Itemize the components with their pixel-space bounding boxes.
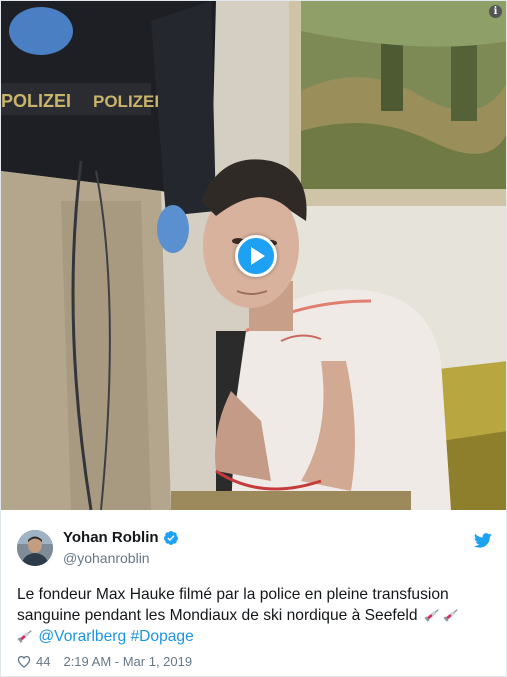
author-display-name[interactable]: Yohan Roblin — [63, 528, 159, 548]
syringe-icon — [17, 630, 32, 643]
heart-icon[interactable] — [17, 655, 31, 668]
like-count: 44 — [36, 653, 51, 669]
vest-label-right: POLIZEI — [93, 92, 159, 111]
video-thumbnail[interactable]: POLIZEI POLIZEI i — [1, 1, 506, 510]
twitter-bird-icon[interactable] — [474, 533, 492, 548]
tweet-body-text: Le fondeur Max Hauke filmé par la police… — [17, 586, 449, 624]
syringe-icon — [424, 609, 439, 622]
play-icon — [251, 247, 265, 265]
tweet-text: Le fondeur Max Hauke filmé par la police… — [17, 584, 492, 647]
mention-link[interactable]: @Vorarlberg — [38, 628, 126, 645]
avatar[interactable] — [17, 530, 53, 566]
tweet-header: Yohan Roblin @yohanroblin — [17, 527, 492, 571]
play-button[interactable] — [235, 235, 277, 277]
verified-badge-icon — [163, 531, 178, 545]
info-icon[interactable]: i — [489, 5, 502, 18]
syringe-icon — [443, 609, 458, 622]
author-handle[interactable]: @yohanroblin — [63, 549, 179, 568]
tweet-footer: 44 2:19 AM - Mar 1, 2019 — [17, 652, 192, 670]
tweet-card[interactable]: POLIZEI POLIZEI i Yohan Roblin @yohanrob… — [0, 0, 507, 677]
avatar-photo-icon — [17, 530, 53, 566]
vest-label-left: POLIZEI — [1, 91, 71, 111]
timestamp-link[interactable]: 2:19 AM - Mar 1, 2019 — [63, 654, 192, 669]
hashtag-link[interactable]: #Dopage — [130, 628, 193, 645]
